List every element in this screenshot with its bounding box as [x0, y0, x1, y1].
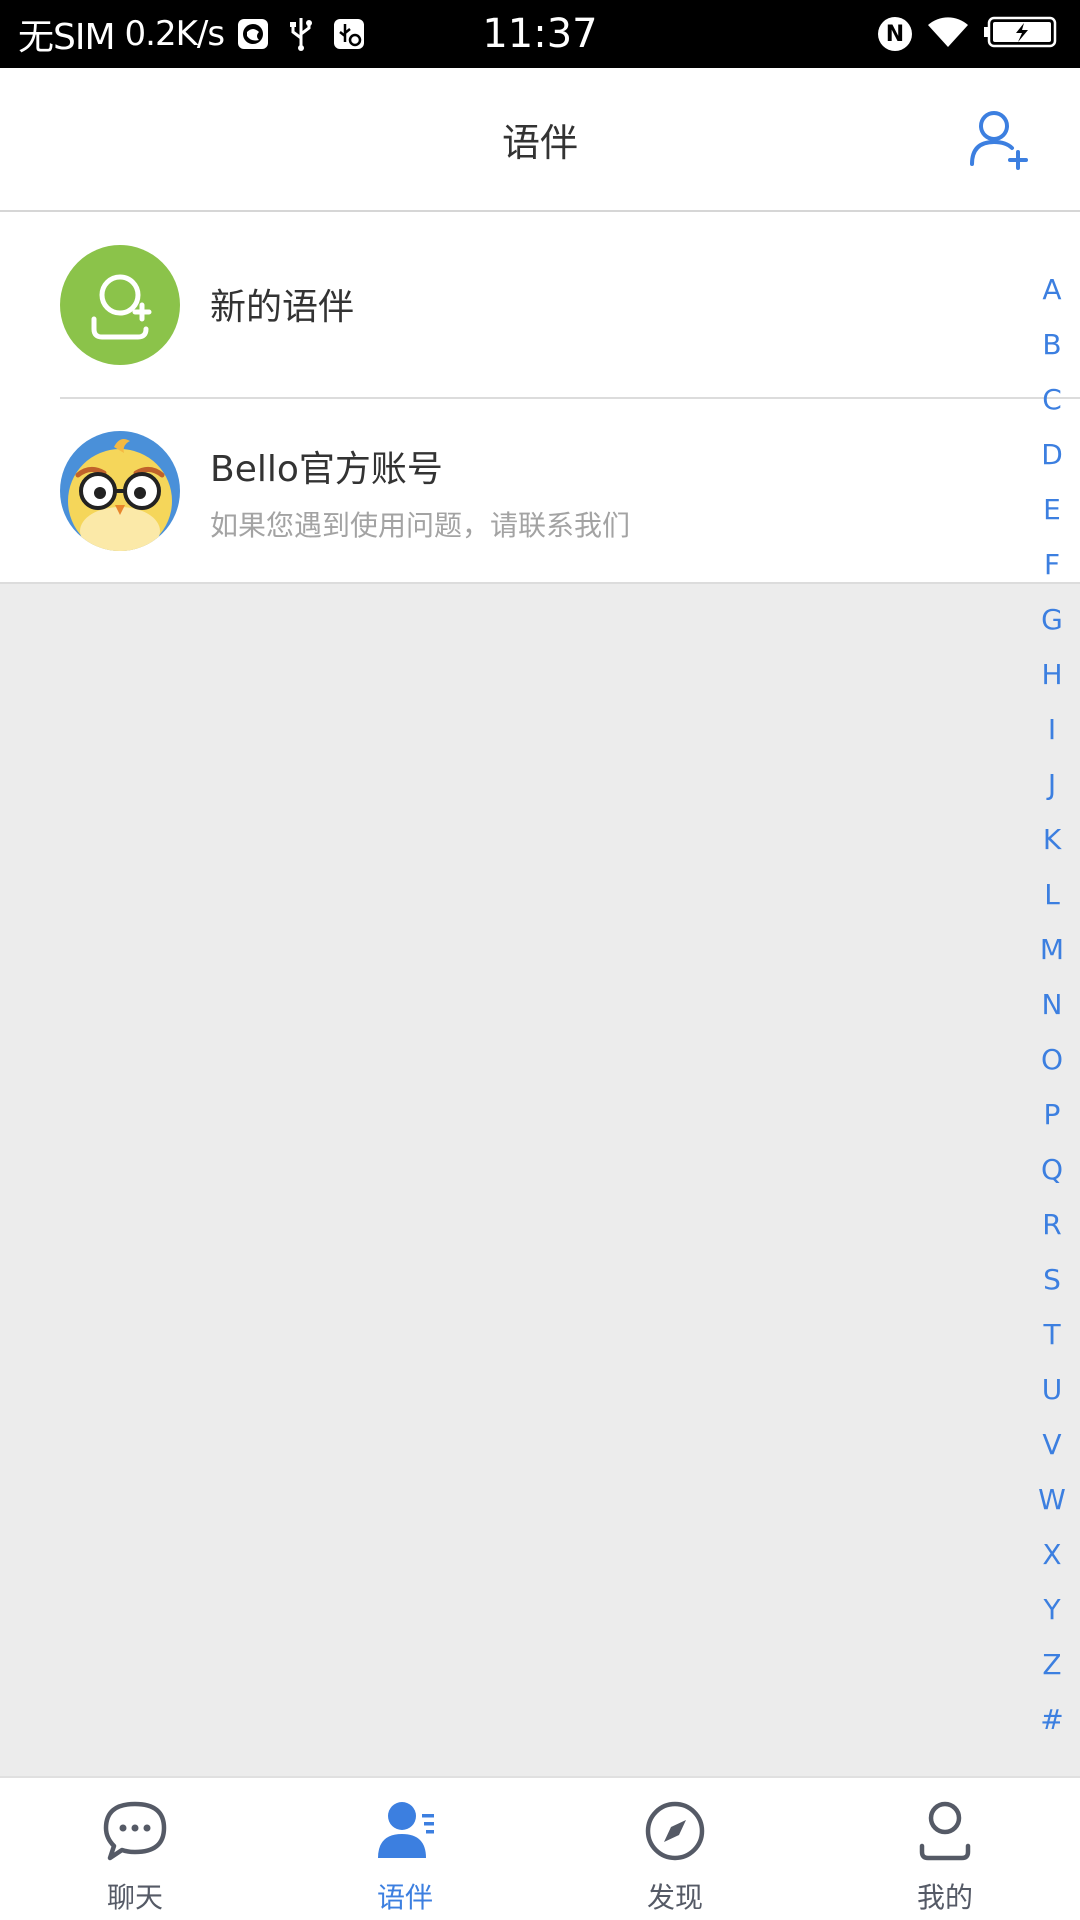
alpha-index-letter[interactable]: V — [1024, 1417, 1080, 1472]
alpha-index-letter[interactable]: E — [1024, 482, 1080, 537]
alpha-index-letter[interactable]: S — [1024, 1252, 1080, 1307]
alpha-index-letter[interactable]: # — [1024, 1692, 1080, 1747]
alpha-index-letter[interactable]: N — [1024, 977, 1080, 1032]
page-title: 语伴 — [501, 120, 578, 165]
new-friends-row[interactable]: 新的语伴 — [0, 212, 1080, 399]
alpha-index-letter[interactable]: P — [1024, 1087, 1080, 1142]
official-account-subtitle: 如果您遇到使用问题，请联系我们 — [210, 509, 631, 542]
add-user-icon — [91, 274, 152, 340]
top-app-bar: 语伴 — [0, 68, 1080, 212]
alpha-index-letter[interactable]: W — [1024, 1472, 1080, 1527]
tab-me[interactable]: 我的 — [810, 1778, 1080, 1920]
new-friends-label: 新的语伴 — [210, 287, 355, 328]
nfc-icon: N — [878, 17, 912, 51]
tab-discover[interactable]: 发现 — [540, 1778, 810, 1920]
alpha-index-letter[interactable]: X — [1024, 1527, 1080, 1582]
new-friend-avatar — [60, 245, 180, 365]
official-avatar — [60, 431, 180, 551]
official-account-row[interactable]: Bello官方账号 如果您遇到使用问题，请联系我们 — [0, 398, 1080, 584]
alpha-index-letter[interactable]: T — [1024, 1307, 1080, 1362]
alpha-index-letter[interactable]: R — [1024, 1197, 1080, 1252]
alpha-index-letter[interactable]: L — [1024, 867, 1080, 922]
alpha-index-letter[interactable]: Y — [1024, 1582, 1080, 1637]
alpha-index-letter[interactable]: A — [1024, 262, 1080, 317]
alpha-index-letter[interactable]: U — [1024, 1362, 1080, 1417]
add-friend-button[interactable] — [968, 108, 1030, 170]
alpha-index-letter[interactable]: Q — [1024, 1142, 1080, 1197]
official-account-name: Bello官方账号 — [210, 449, 443, 490]
tab-contacts-label: 语伴 — [376, 1881, 433, 1914]
bottom-tab-bar: 聊天 语伴 发现 我的 — [0, 1776, 1080, 1920]
alpha-index-letter[interactable]: C — [1024, 372, 1080, 427]
battery-icon — [984, 15, 1058, 53]
alpha-index-letter[interactable]: M — [1024, 922, 1080, 977]
alpha-index-letter[interactable]: J — [1024, 757, 1080, 812]
tab-contacts[interactable]: 语伴 — [270, 1778, 540, 1920]
tab-discover-label: 发现 — [646, 1881, 703, 1914]
alpha-index-letter[interactable]: Z — [1024, 1637, 1080, 1692]
tab-me-label: 我的 — [916, 1881, 973, 1914]
alpha-index-letter[interactable]: O — [1024, 1032, 1080, 1087]
chat-bubble-icon — [103, 1801, 167, 1861]
compass-icon — [645, 1801, 705, 1861]
alpha-index-letter[interactable]: K — [1024, 812, 1080, 867]
owl-mascot-icon — [60, 431, 180, 551]
alpha-index-letter[interactable]: D — [1024, 427, 1080, 482]
tab-chat-label: 聊天 — [106, 1881, 163, 1914]
add-person-icon — [970, 111, 1028, 170]
person-icon — [919, 1801, 971, 1861]
alpha-index-letter[interactable]: B — [1024, 317, 1080, 372]
alpha-index-letter[interactable]: F — [1024, 537, 1080, 592]
alpha-index-letter[interactable]: G — [1024, 592, 1080, 647]
alphabet-index[interactable]: A B C D E F G H I J K L M N O P Q R S T U V W X Y Z # — [1024, 262, 1080, 1747]
wifi-icon — [926, 15, 970, 53]
status-bar: 无SIM 0.2K/s 11:37 N — [0, 0, 1080, 68]
contact-list: 新的语伴 Bello官方账号 如果您遇到使用问题，请联系我们 — [0, 212, 1080, 584]
alpha-index-letter[interactable]: H — [1024, 647, 1080, 702]
alpha-index-letter[interactable]: I — [1024, 702, 1080, 757]
app-screen: 无SIM 0.2K/s 11:37 N 语伴 新的语伴 Bello官方账号 如果… — [0, 0, 1080, 1920]
tab-chat[interactable]: 聊天 — [0, 1778, 270, 1920]
contacts-icon — [378, 1802, 434, 1858]
